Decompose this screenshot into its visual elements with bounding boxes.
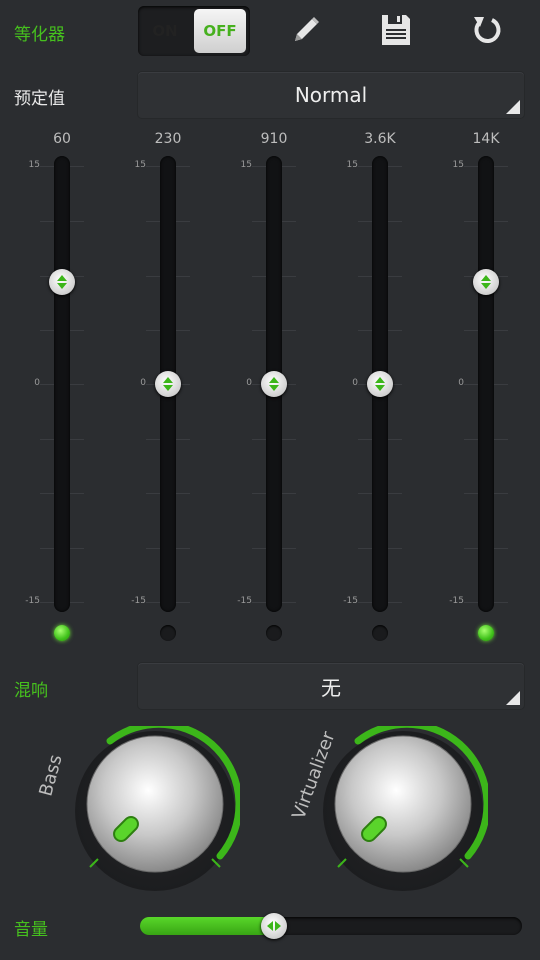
- volume-thumb[interactable]: [260, 913, 287, 939]
- band-enable-indicator[interactable]: [266, 625, 282, 641]
- up-down-arrows-icon: [57, 275, 67, 290]
- band-frequency-label: 910: [260, 131, 288, 147]
- band-slider-thumb[interactable]: [49, 269, 75, 296]
- up-down-arrows-icon: [163, 377, 173, 391]
- band-slider-track[interactable]: [54, 156, 70, 612]
- band-enable-indicator[interactable]: [160, 625, 176, 641]
- band-frequency-label: 60: [53, 131, 71, 147]
- left-right-arrows-icon: [266, 921, 281, 931]
- band-slider-thumb[interactable]: [473, 269, 499, 296]
- band-scale-label: -15: [343, 596, 358, 606]
- band-scale-label: 0: [458, 378, 464, 388]
- band-frequency-label: 230: [154, 131, 182, 147]
- band-enable-indicator[interactable]: [478, 625, 494, 641]
- up-down-arrows-icon: [375, 377, 385, 391]
- equalizer-bands: 60 15 0 -15 230 15 0 -15 910 15 0 -15 3.6K 15 0 -15 14K 1…: [0, 0, 540, 660]
- reverb-value: 无: [321, 675, 341, 700]
- band-scale-label: -15: [131, 596, 146, 606]
- band-frequency-label: 14K: [472, 131, 500, 147]
- band-scale-label: 0: [140, 378, 146, 388]
- band-scale-label: -15: [449, 596, 464, 606]
- band-enable-indicator[interactable]: [54, 625, 70, 641]
- band-slider-thumb[interactable]: [367, 371, 393, 397]
- band-enable-indicator[interactable]: [372, 625, 388, 641]
- bass-knob[interactable]: [70, 726, 240, 896]
- band-scale-label: 0: [34, 378, 40, 388]
- up-down-arrows-icon: [269, 377, 279, 391]
- volume-label: 音量: [14, 920, 48, 940]
- band-slider-thumb[interactable]: [155, 371, 181, 397]
- band-scale-label: 0: [352, 378, 358, 388]
- up-down-arrows-icon: [481, 275, 491, 290]
- band-slider-track[interactable]: [478, 156, 494, 612]
- reverb-label: 混响: [14, 681, 48, 701]
- bass-label: Bass: [35, 752, 67, 799]
- band-scale-label: 15: [28, 160, 40, 170]
- band-scale-label: 15: [134, 160, 146, 170]
- dropdown-corner-icon: [506, 691, 520, 705]
- volume-fill: [140, 917, 274, 935]
- band-scale-label: 0: [246, 378, 252, 388]
- band-slider-thumb[interactable]: [261, 371, 287, 397]
- band-scale-label: 15: [452, 160, 464, 170]
- band-scale-label: -15: [237, 596, 252, 606]
- band-frequency-label: 3.6K: [364, 131, 396, 147]
- band-scale-label: 15: [346, 160, 358, 170]
- band-scale-label: 15: [240, 160, 252, 170]
- band-scale-label: -15: [25, 596, 40, 606]
- volume-slider[interactable]: [140, 913, 522, 939]
- reverb-dropdown[interactable]: 无: [138, 663, 524, 709]
- virtualizer-knob[interactable]: [318, 726, 488, 896]
